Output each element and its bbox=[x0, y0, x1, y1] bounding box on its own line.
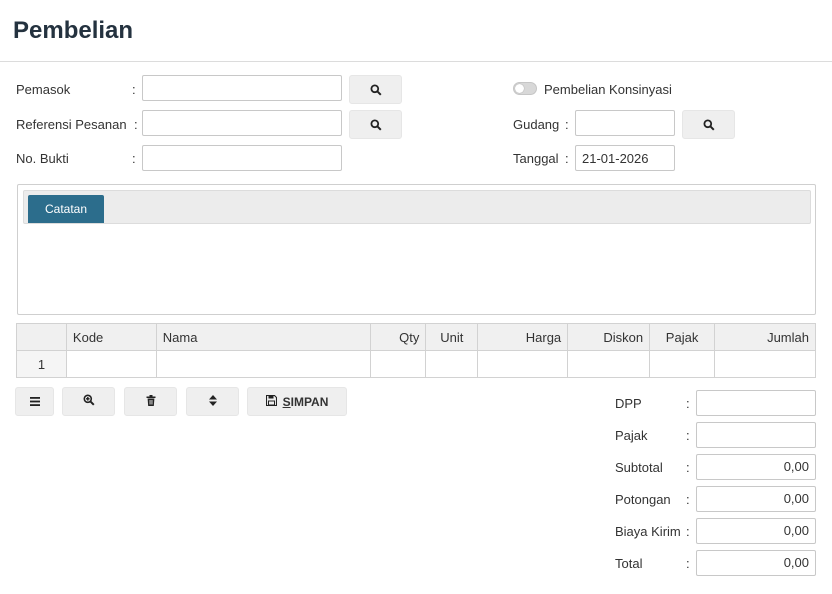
referensi-label: Referensi Pesanan bbox=[16, 117, 127, 132]
search-icon bbox=[370, 119, 382, 131]
sort-button[interactable] bbox=[186, 387, 239, 416]
pajak-colon: : bbox=[686, 428, 690, 443]
gudang-search-button[interactable] bbox=[682, 110, 735, 139]
col-header-qty[interactable]: Qty bbox=[370, 323, 427, 351]
sort-icon bbox=[208, 394, 217, 409]
total-colon: : bbox=[686, 556, 690, 571]
pemasok-label: Pemasok bbox=[16, 82, 71, 97]
search-icon bbox=[370, 84, 382, 96]
pemasok-colon: : bbox=[132, 82, 136, 97]
row-number-cell: 1 bbox=[16, 350, 67, 378]
col-header-nama[interactable]: Nama bbox=[155, 323, 372, 351]
delete-button[interactable] bbox=[124, 387, 177, 416]
biaya-kirim-field[interactable]: 0,00 bbox=[696, 518, 816, 544]
tanggal-input[interactable] bbox=[575, 145, 675, 171]
col-header-rownum bbox=[16, 323, 67, 351]
save-label-rest: IMPAN bbox=[290, 394, 329, 409]
subtotal-colon: : bbox=[686, 460, 690, 475]
dpp-label: DPP bbox=[615, 396, 642, 411]
kode-cell[interactable] bbox=[65, 350, 157, 378]
zoom-button[interactable] bbox=[62, 387, 115, 416]
referensi-colon: : bbox=[134, 117, 138, 132]
pemasok-input[interactable] bbox=[142, 75, 342, 101]
gudang-colon: : bbox=[565, 117, 569, 132]
dpp-field[interactable] bbox=[696, 390, 816, 416]
zoom-in-icon bbox=[83, 394, 95, 409]
biaya-kirim-label: Biaya Kirim bbox=[615, 524, 681, 539]
referensi-input[interactable] bbox=[142, 110, 342, 136]
total-label: Total bbox=[615, 556, 643, 571]
floppy-disk-icon bbox=[265, 394, 277, 409]
total-field[interactable]: 0,00 bbox=[696, 550, 816, 576]
menu-icon bbox=[29, 395, 40, 409]
menu-button[interactable] bbox=[15, 387, 54, 416]
pajak-field[interactable] bbox=[696, 422, 816, 448]
pemasok-search-button[interactable] bbox=[349, 75, 402, 104]
gudang-input[interactable] bbox=[575, 110, 675, 136]
tanggal-colon: : bbox=[565, 151, 569, 166]
col-header-unit[interactable]: Unit bbox=[425, 323, 479, 351]
pajak-cell[interactable] bbox=[649, 350, 716, 378]
search-icon bbox=[703, 119, 715, 131]
pajak-label: Pajak bbox=[615, 428, 648, 443]
dpp-colon: : bbox=[686, 396, 690, 411]
no-bukti-input[interactable] bbox=[142, 145, 342, 171]
save-mnemonic: S bbox=[282, 394, 291, 409]
gudang-label: Gudang bbox=[513, 117, 560, 132]
subtotal-field[interactable]: 0,00 bbox=[696, 454, 816, 480]
diskon-cell[interactable] bbox=[567, 350, 651, 378]
items-table: Kode Nama Qty Unit Harga Diskon Pajak Ju… bbox=[16, 323, 816, 378]
col-header-kode[interactable]: Kode bbox=[65, 323, 157, 351]
toggle-knob bbox=[515, 84, 524, 93]
unit-cell[interactable] bbox=[425, 350, 479, 378]
col-header-harga[interactable]: Harga bbox=[477, 323, 569, 351]
konsinyasi-label: Pembelian Konsinyasi bbox=[544, 82, 672, 97]
konsinyasi-toggle[interactable] bbox=[513, 82, 537, 95]
tanggal-label: Tanggal bbox=[513, 151, 559, 166]
title-divider bbox=[0, 61, 832, 62]
save-button[interactable]: SIMPAN bbox=[247, 387, 347, 416]
table-header-row: Kode Nama Qty Unit Harga Diskon Pajak Ju… bbox=[16, 323, 816, 351]
col-header-pajak[interactable]: Pajak bbox=[649, 323, 716, 351]
jumlah-cell[interactable] bbox=[714, 350, 816, 378]
potongan-label: Potongan bbox=[615, 492, 671, 507]
trash-icon bbox=[146, 394, 156, 409]
harga-cell[interactable] bbox=[477, 350, 569, 378]
biaya-kirim-colon: : bbox=[686, 524, 690, 539]
no-bukti-label: No. Bukti bbox=[16, 151, 69, 166]
potongan-field[interactable]: 0,00 bbox=[696, 486, 816, 512]
potongan-colon: : bbox=[686, 492, 690, 507]
notes-tab-bar: Catatan bbox=[23, 190, 811, 224]
table-row[interactable]: 1 bbox=[16, 350, 816, 378]
nama-cell[interactable] bbox=[155, 350, 372, 378]
tab-catatan[interactable]: Catatan bbox=[28, 195, 104, 223]
col-header-jumlah[interactable]: Jumlah bbox=[714, 323, 816, 351]
subtotal-label: Subtotal bbox=[615, 460, 663, 475]
no-bukti-colon: : bbox=[132, 151, 136, 166]
referensi-search-button[interactable] bbox=[349, 110, 402, 139]
col-header-diskon[interactable]: Diskon bbox=[567, 323, 651, 351]
save-label: SIMPAN bbox=[283, 395, 329, 409]
notes-panel: Catatan bbox=[17, 184, 816, 315]
page-title: Pembelian bbox=[13, 17, 134, 44]
qty-cell[interactable] bbox=[370, 350, 427, 378]
